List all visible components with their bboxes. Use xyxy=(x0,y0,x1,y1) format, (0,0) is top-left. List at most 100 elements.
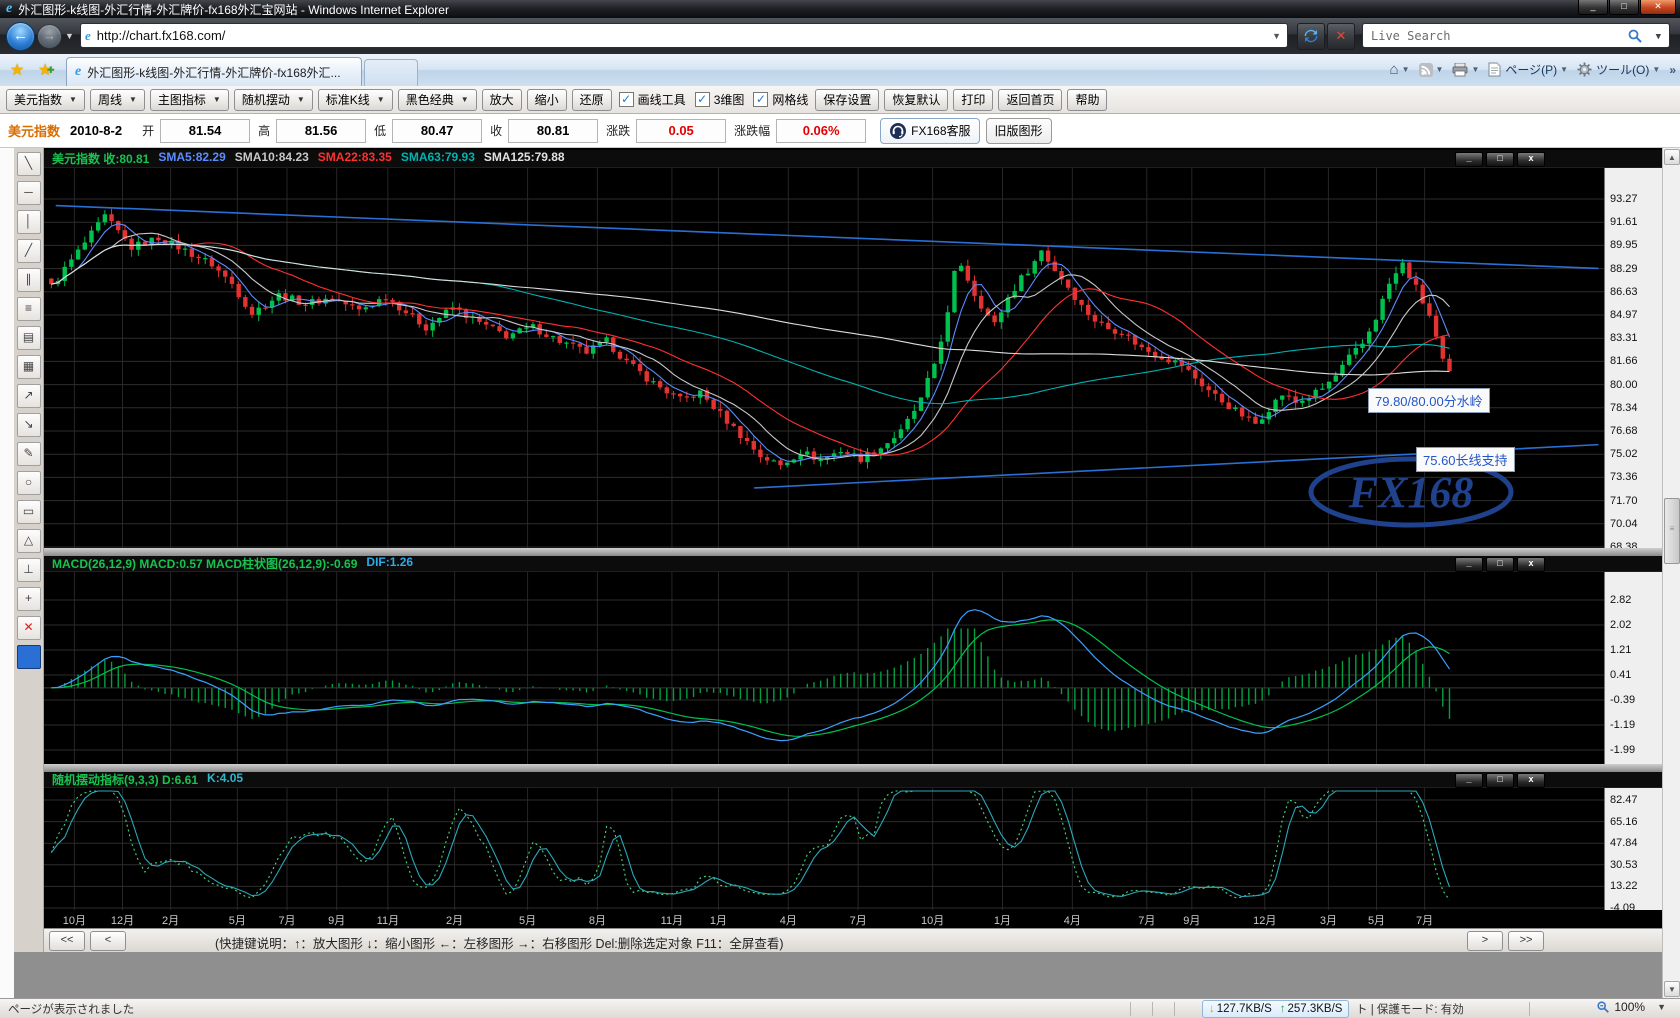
macd-chart xyxy=(44,572,1604,764)
action-button-4[interactable]: 返回首页 xyxy=(998,89,1062,111)
vertical-scrollbar[interactable]: ▲ ≡ ▼ xyxy=(1662,148,1680,998)
panel-close-button[interactable]: x xyxy=(1517,152,1545,167)
print-button[interactable]: ▼ xyxy=(1452,63,1479,77)
triangle-tool[interactable]: △ xyxy=(17,529,41,553)
scroll-up-arrow[interactable]: ▲ xyxy=(1664,149,1680,165)
cross-tool[interactable]: + xyxy=(17,587,41,611)
menu-3[interactable]: 主图指标▼ xyxy=(150,89,229,111)
scroll-last-button[interactable]: >> xyxy=(1508,931,1544,951)
close-button[interactable]: ✕ xyxy=(1640,0,1676,15)
home-icon: ⌂ xyxy=(1390,61,1399,78)
x-axis-label: 3月 xyxy=(1320,912,1337,928)
ellipse-tool[interactable]: ○ xyxy=(17,471,41,495)
tab-title: 外汇图形-k线图-外汇行情-外汇牌价-fx168外汇... xyxy=(87,64,340,81)
page-icon xyxy=(1488,62,1501,77)
pencil-tool[interactable]: ✎ xyxy=(17,442,41,466)
horizontal-line-tool[interactable]: ─ xyxy=(17,181,41,205)
main-plot[interactable]: FX168 79.80/80.00分水岭 75.60长线支持 xyxy=(44,168,1604,548)
panel-maximize-button[interactable]: □ xyxy=(1486,557,1514,572)
customer-service-button[interactable]: FX168客服 xyxy=(880,118,979,144)
stoch-legend: 随机摆动指标(9,3,3) D:6.61K:4.05 xyxy=(52,771,252,788)
chart-annotation[interactable]: 75.60长线支持 xyxy=(1416,447,1515,472)
panel-close-button[interactable]: x xyxy=(1517,773,1545,788)
panel-maximize-button[interactable]: □ xyxy=(1486,152,1514,167)
zoom-control[interactable]: 100% ▼ xyxy=(1596,1000,1666,1014)
search-box[interactable]: Live Search ▼ xyxy=(1362,23,1670,48)
download-arrow-icon: ↓ xyxy=(1209,1003,1215,1015)
window-title: 外汇图形-k线图-外汇行情-外汇牌价-fx168外汇宝网站 - Windows … xyxy=(18,1,449,18)
checkbox-3[interactable]: ✓网格线 xyxy=(753,91,808,108)
checkbox-2[interactable]: ✓3维图 xyxy=(695,91,745,108)
rectangle-tool[interactable]: ▭ xyxy=(17,500,41,524)
svg-text:FX168: FX168 xyxy=(1348,468,1474,517)
menu-1[interactable]: 美元指数▼ xyxy=(6,89,85,111)
checkbox-1[interactable]: ✓画线工具 xyxy=(619,91,686,108)
page-menu[interactable]: ページ(P)▼ xyxy=(1488,61,1568,78)
text-note-tool[interactable]: ▤ xyxy=(17,326,41,350)
more-commands-chevron[interactable]: » xyxy=(1669,63,1676,77)
fibonacci-lines-tool[interactable]: ≡ xyxy=(17,297,41,321)
panel-minimize-button[interactable]: _ xyxy=(1455,557,1483,572)
action-button-1[interactable]: 保存设置 xyxy=(815,89,879,111)
menu-5[interactable]: 标准K线▼ xyxy=(318,89,393,111)
menu-6[interactable]: 黑色经典▼ xyxy=(398,89,477,111)
panel-close-button[interactable]: x xyxy=(1517,557,1545,572)
scroll-down-arrow[interactable]: ▼ xyxy=(1664,981,1680,997)
pitchfork-tool[interactable]: ⊥ xyxy=(17,558,41,582)
add-favorite-icon[interactable]: ★✚ xyxy=(38,60,52,80)
x-axis-label: 10月 xyxy=(63,912,86,928)
stoch-panel-controls: _□x xyxy=(1452,773,1545,788)
stochastic-plot[interactable] xyxy=(44,788,1604,910)
address-bar[interactable]: e http://chart.fx168.com/ ▼ xyxy=(80,23,1288,48)
panel-minimize-button[interactable]: _ xyxy=(1455,773,1483,788)
zoom-dropdown-icon[interactable]: ▼ xyxy=(1657,1002,1666,1012)
y-axis-label: 65.16 xyxy=(1610,816,1638,828)
action-button-2[interactable]: 恢复默认 xyxy=(884,89,948,111)
favorites-star-icon[interactable]: ★ xyxy=(10,60,24,80)
parallel-channel-tool[interactable]: ∥ xyxy=(17,268,41,292)
view-button-1[interactable]: 放大 xyxy=(482,89,522,111)
arrow-down-tool[interactable]: ↘ xyxy=(17,413,41,437)
macd-plot[interactable] xyxy=(44,572,1604,764)
view-button-2[interactable]: 缩小 xyxy=(527,89,567,111)
panel-maximize-button[interactable]: □ xyxy=(1486,773,1514,788)
minimize-button[interactable]: _ xyxy=(1578,0,1608,15)
vertical-line-tool[interactable]: │ xyxy=(17,210,41,234)
home-button[interactable]: ⌂▼ xyxy=(1390,61,1410,78)
browser-tab-active[interactable]: e 外汇图形-k线图-外汇行情-外汇牌价-fx168外汇... xyxy=(66,57,362,86)
search-options-icon[interactable]: ▼ xyxy=(1656,32,1661,42)
back-button[interactable]: ← xyxy=(6,22,35,51)
feeds-button[interactable]: ▼ xyxy=(1419,63,1444,77)
panel-splitter[interactable] xyxy=(44,764,1662,772)
chart-annotation[interactable]: 79.80/80.00分水岭 xyxy=(1368,388,1490,413)
action-button-3[interactable]: 打印 xyxy=(953,89,993,111)
grid-tool[interactable]: ▦ xyxy=(17,355,41,379)
trend-line-tool[interactable]: ╲ xyxy=(17,152,41,176)
scrollbar-thumb[interactable]: ≡ xyxy=(1664,498,1680,564)
scroll-first-button[interactable]: << xyxy=(49,931,85,951)
arrow-up-tool[interactable]: ↗ xyxy=(17,384,41,408)
legacy-chart-button[interactable]: 旧版图形 xyxy=(986,118,1052,144)
history-dropdown-icon[interactable]: ▼ xyxy=(65,31,74,41)
protected-mode-text: ト | 保護モード: 有効 xyxy=(1356,1001,1464,1017)
view-button-3[interactable]: 还原 xyxy=(572,89,612,111)
panel-minimize-button[interactable]: _ xyxy=(1455,152,1483,167)
delete-tool[interactable]: ✕ xyxy=(17,616,41,640)
forward-button[interactable]: → xyxy=(37,24,62,49)
refresh-button[interactable] xyxy=(1297,23,1325,50)
new-tab-stub[interactable] xyxy=(364,59,418,87)
menu-4[interactable]: 随机摆动▼ xyxy=(234,89,313,111)
action-button-5[interactable]: 帮助 xyxy=(1067,89,1107,111)
ray-line-tool[interactable]: ╱ xyxy=(17,239,41,263)
quote-field-label: 收 xyxy=(490,122,502,139)
tab-bar: ★ ★✚ e 外汇图形-k线图-外汇行情-外汇牌价-fx168外汇... ⌂▼ … xyxy=(0,54,1680,87)
color-swatch[interactable] xyxy=(17,645,41,669)
menu-2[interactable]: 周线▼ xyxy=(90,89,145,111)
stop-button[interactable]: ✕ xyxy=(1327,23,1355,50)
tools-menu[interactable]: ツール(O)▼ xyxy=(1577,61,1660,78)
address-dropdown-icon[interactable]: ▼ xyxy=(1272,31,1281,41)
scroll-next-button[interactable]: > xyxy=(1467,931,1503,951)
maximize-button[interactable]: □ xyxy=(1609,0,1639,15)
search-icon[interactable] xyxy=(1627,28,1643,44)
scroll-prev-button[interactable]: < xyxy=(90,931,126,951)
